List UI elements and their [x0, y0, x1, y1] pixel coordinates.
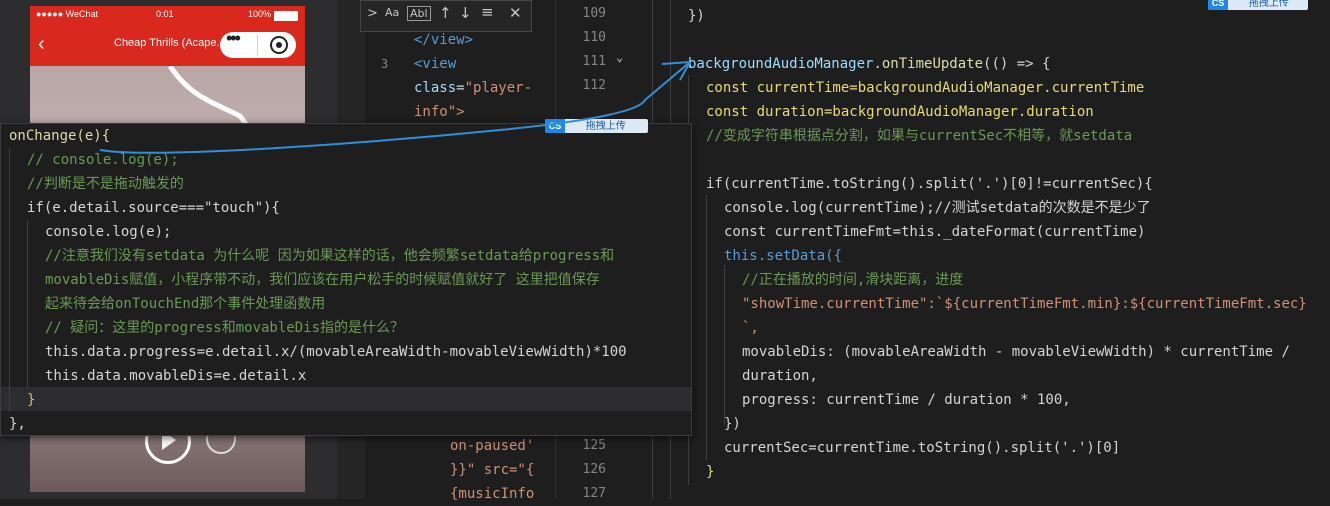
annotation-arrow-icon: [99, 61, 691, 154]
